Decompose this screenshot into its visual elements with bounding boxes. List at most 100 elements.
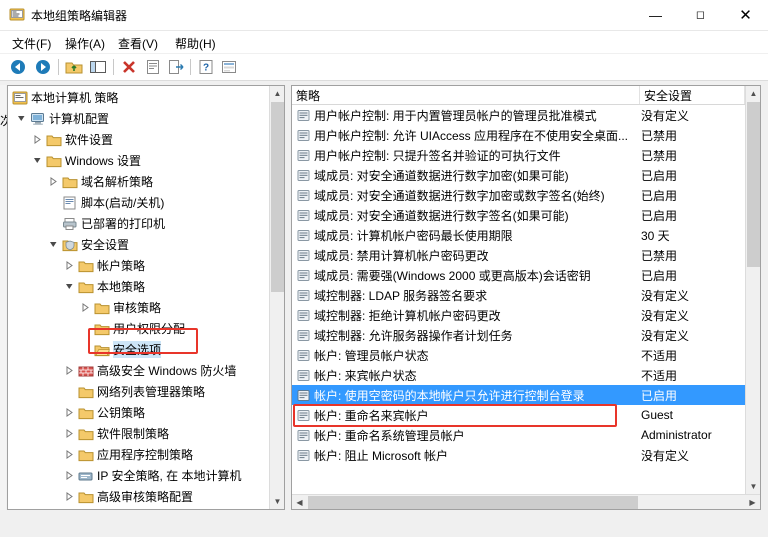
chevron-right-icon[interactable] (64, 260, 75, 271)
chevron-right-icon[interactable] (48, 176, 59, 187)
tree-item-advanced-audit-policy-configuration[interactable]: 高级审核策略配置 (8, 486, 270, 507)
policy-row[interactable]: 域成员: 需要强(Windows 2000 或更高版本)会话密钥 已启用 (292, 265, 745, 285)
policy-row[interactable]: 域成员: 对安全通道数据进行数字加密或数字签名(始终) 已启用 (292, 185, 745, 205)
policy-name: 域成员: 对安全通道数据进行数字签名(如果可能) (314, 208, 569, 223)
delete-button[interactable] (119, 57, 139, 77)
policy-row[interactable]: 帐户: 来宾帐户状态 不适用 (292, 365, 745, 385)
tree-item-label: 用户权限分配 (113, 322, 186, 336)
folder-up-icon[interactable] (64, 57, 84, 77)
policy-row[interactable]: 帐户: 重命名来宾帐户 Guest (292, 405, 745, 425)
policy-item-icon (297, 169, 310, 182)
minimize-icon: — (649, 7, 662, 23)
policy-row[interactable]: 域控制器: LDAP 服务器签名要求 没有定义 (292, 285, 745, 305)
policy-row[interactable]: 域成员: 计算机帐户密码最长使用期限 30 天 (292, 225, 745, 245)
policy-row[interactable]: 域控制器: 允许服务器操作者计划任务 没有定义 (292, 325, 745, 345)
policy-row[interactable]: 域成员: 对安全通道数据进行数字加密(如果可能) 已启用 (292, 165, 745, 185)
tree-item-security-options[interactable]: 安全选项 (8, 339, 270, 360)
maximize-button[interactable]: ◻ (678, 0, 723, 30)
list-horizontal-scrollbar[interactable]: ◀ ▶ (292, 494, 760, 509)
scroll-down-button[interactable]: ▼ (270, 494, 284, 509)
minimize-button[interactable]: — (633, 0, 678, 30)
tree-item-user-rights-assignment[interactable]: 用户权限分配 (8, 318, 270, 339)
menu-view[interactable]: 查看(V) (114, 34, 162, 53)
chevron-right-icon[interactable] (80, 302, 91, 313)
toolbar-separator-3 (190, 59, 191, 75)
policy-row[interactable]: 帐户: 阻止 Microsoft 帐户 没有定义 (292, 445, 745, 465)
filter-icon[interactable] (219, 57, 239, 77)
scroll-down-button[interactable]: ▼ (746, 479, 760, 494)
scroll-thumb[interactable] (747, 102, 760, 267)
chevron-right-icon[interactable] (32, 134, 43, 145)
chevron-down-icon[interactable] (48, 239, 59, 250)
menu-bar: 文件(F) 操作(A) 查看(V) 帮助(H) (0, 31, 768, 53)
tree-item-security-settings[interactable]: 安全设置 (8, 234, 270, 255)
back-button[interactable] (8, 57, 28, 77)
chevron-right-icon[interactable] (64, 470, 75, 481)
folder-icon (78, 427, 94, 441)
folder-icon (78, 490, 94, 504)
export-icon[interactable] (166, 57, 186, 77)
policy-row[interactable]: 帐户: 管理员帐户状态 不适用 (292, 345, 745, 365)
help-button[interactable]: ? (196, 57, 216, 77)
chevron-down-icon[interactable] (16, 113, 27, 124)
tree-item-policy-based-qos[interactable]: 基于策略的 QoS (8, 507, 270, 509)
policy-row[interactable]: 域成员: 禁用计算机帐户密码更改 已禁用 (292, 245, 745, 265)
chevron-down-icon[interactable] (32, 155, 43, 166)
tree-item-application-control-policies[interactable]: 应用程序控制策略 (8, 444, 270, 465)
close-button[interactable]: ✕ (723, 0, 768, 30)
tree-item-windows-firewall[interactable]: 高级安全 Windows 防火墙 (8, 360, 270, 381)
chevron-right-icon[interactable] (64, 407, 75, 418)
tree-item-software-restriction-policies[interactable]: 软件限制策略 (8, 423, 270, 444)
chevron-right-icon[interactable] (64, 428, 75, 439)
chevron-right-icon[interactable] (64, 449, 75, 460)
menu-help[interactable]: 帮助(H) (171, 34, 220, 53)
scroll-thumb[interactable] (271, 102, 284, 292)
tree-item-deployed-printers[interactable]: 已部署的打印机 (8, 213, 270, 234)
policy-row[interactable]: 域控制器: 拒绝计算机帐户密码更改 没有定义 (292, 305, 745, 325)
policy-name: 帐户: 使用空密码的本地帐户只允许进行控制台登录 (314, 388, 585, 403)
tree-item-local-computer-policy[interactable]: 本地计算机 策略 (8, 87, 270, 108)
list-vertical-scrollbar[interactable]: ▲ ▼ (745, 86, 760, 494)
tree-item-software-settings[interactable]: 软件设置 (8, 129, 270, 150)
policy-row[interactable]: 用户帐户控制: 用于内置管理员帐户的管理员批准模式 没有定义 (292, 105, 745, 125)
chevron-right-icon[interactable] (64, 491, 75, 502)
menu-file[interactable]: 文件(F) (8, 34, 55, 53)
toolbar: ? (0, 54, 768, 81)
column-header-policy[interactable]: 策略 (292, 86, 640, 104)
tree-item-dns-policy[interactable]: 域名解析策略 (8, 171, 270, 192)
policy-value: Guest (641, 408, 674, 422)
tree-item-public-key-policies[interactable]: 公钥策略 (8, 402, 270, 423)
scroll-right-button[interactable]: ▶ (745, 495, 760, 509)
tree-item-ip-security-policies[interactable]: IP 安全策略, 在 本地计算机 (8, 465, 270, 486)
tree-item-audit-policy[interactable]: 审核策略 (8, 297, 270, 318)
policy-value: 不适用 (641, 368, 678, 383)
column-header-security-setting[interactable]: 安全设置 (640, 86, 745, 104)
tree-item-windows-settings[interactable]: Windows 设置 (8, 150, 270, 171)
scroll-thumb[interactable] (308, 496, 638, 509)
tree-item-local-policies[interactable]: 本地策略 (8, 276, 270, 297)
policy-row[interactable]: 用户帐户控制: 允许 UIAccess 应用程序在不使用安全桌面... 已禁用 (292, 125, 745, 145)
window-pane-icon[interactable] (88, 57, 108, 77)
tree-item-network-list-manager-policies[interactable]: 网络列表管理器策略 (8, 381, 270, 402)
console-tree: 本地计算机 策略 计算机配置 软件设置 Windows 设置 域名解析策略 脚本… (8, 86, 270, 509)
policy-row[interactable]: 域成员: 对安全通道数据进行数字签名(如果可能) 已启用 (292, 205, 745, 225)
properties-icon[interactable] (143, 57, 163, 77)
policy-name: 帐户: 管理员帐户状态 (314, 348, 429, 363)
forward-button[interactable] (33, 57, 53, 77)
policy-row[interactable]: 帐户: 重命名系统管理员帐户 Administrator (292, 425, 745, 445)
tree-item-account-policies[interactable]: 帐户策略 (8, 255, 270, 276)
policy-row-selected[interactable]: 帐户: 使用空密码的本地帐户只允许进行控制台登录 已启用 (292, 385, 745, 405)
policy-row[interactable]: 用户帐户控制: 只提升签名并验证的可执行文件 已禁用 (292, 145, 745, 165)
scroll-up-button[interactable]: ▲ (746, 86, 760, 101)
chevron-right-icon[interactable] (64, 365, 75, 376)
policy-item-icon (297, 349, 310, 362)
policy-item-icon (297, 449, 310, 462)
tree-vertical-scrollbar[interactable]: ▲ ▼ (269, 86, 284, 509)
menu-action[interactable]: 操作(A) (61, 34, 109, 53)
tree-item-scripts[interactable]: 脚本(启动/关机) (8, 192, 270, 213)
chevron-down-icon[interactable] (64, 281, 75, 292)
scroll-left-button[interactable]: ◀ (292, 495, 307, 509)
scroll-up-button[interactable]: ▲ (270, 86, 284, 101)
tree-item-computer-configuration[interactable]: 计算机配置 (8, 108, 270, 129)
folder-icon (46, 154, 62, 168)
